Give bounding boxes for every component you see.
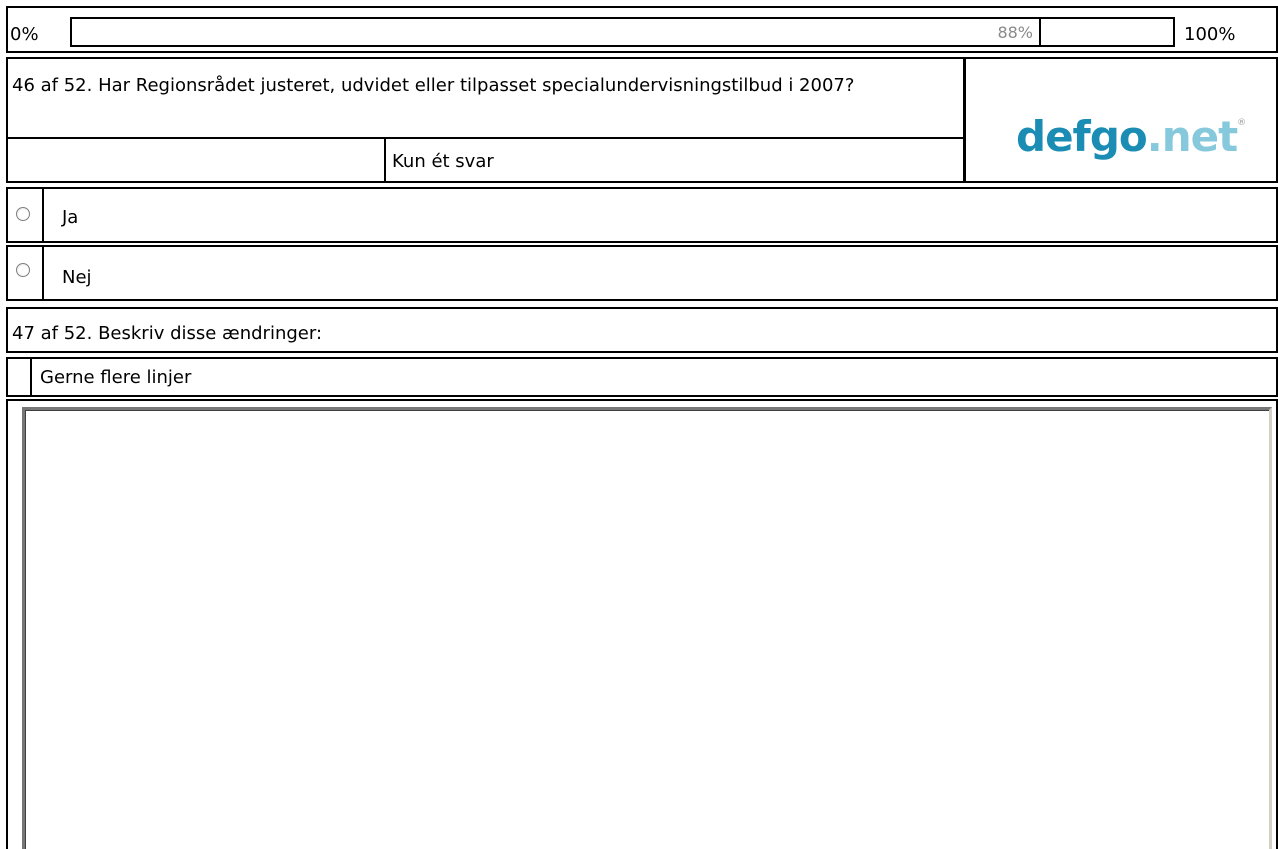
progress-min-label: 0% [10, 24, 39, 45]
question-46-hint-cell: Kun ét svar [386, 139, 966, 181]
answer-textarea-container [6, 399, 1278, 849]
survey-page: 0% 88% 100% 46 af 52. Har Regionsrådet j… [0, 0, 1278, 849]
defgo-logo: defgo.net® [1016, 99, 1246, 161]
answer-textarea-frame [22, 407, 1272, 849]
question-46-text: 46 af 52. Har Regionsrådet justeret, udv… [12, 75, 855, 96]
radio-nej[interactable] [16, 263, 30, 277]
logo-text-secondary: .net [1146, 112, 1238, 161]
question-47-text: 47 af 52. Beskriv disse ændringer: [12, 323, 323, 344]
option-label-nej[interactable]: Nej [62, 267, 92, 289]
progress-max-label: 100% [1184, 24, 1236, 45]
progress-bar-fill: 88% [72, 19, 1041, 45]
question-47-cell: 47 af 52. Beskriv disse ændringer: [6, 307, 1278, 353]
radio-cell [8, 189, 44, 241]
question-47-hint-row: Gerne flere linjer [6, 357, 1278, 397]
hint-spacer [8, 139, 386, 181]
answer-textarea[interactable] [25, 410, 1269, 849]
radio-ja[interactable] [16, 207, 30, 221]
question-46-cell: 46 af 52. Har Regionsrådet justeret, udv… [8, 59, 966, 139]
question-47-hint: Gerne flere linjer [40, 367, 192, 388]
option-label-ja[interactable]: Ja [62, 207, 78, 229]
question-46-block: 46 af 52. Har Regionsrådet justeret, udv… [6, 57, 1278, 183]
answer-row-ja[interactable]: Ja [6, 187, 1278, 243]
progress-value-label: 88% [997, 23, 1033, 42]
progress-bar: 88% [70, 17, 1175, 47]
answer-row-nej[interactable]: Nej [6, 245, 1278, 301]
question-46-hint: Kun ét svar [392, 151, 494, 172]
logo-text-primary: defgo [1016, 112, 1148, 161]
radio-cell [8, 247, 44, 299]
logo-registered-mark: ® [1237, 118, 1246, 128]
hint-spacer [8, 359, 32, 395]
